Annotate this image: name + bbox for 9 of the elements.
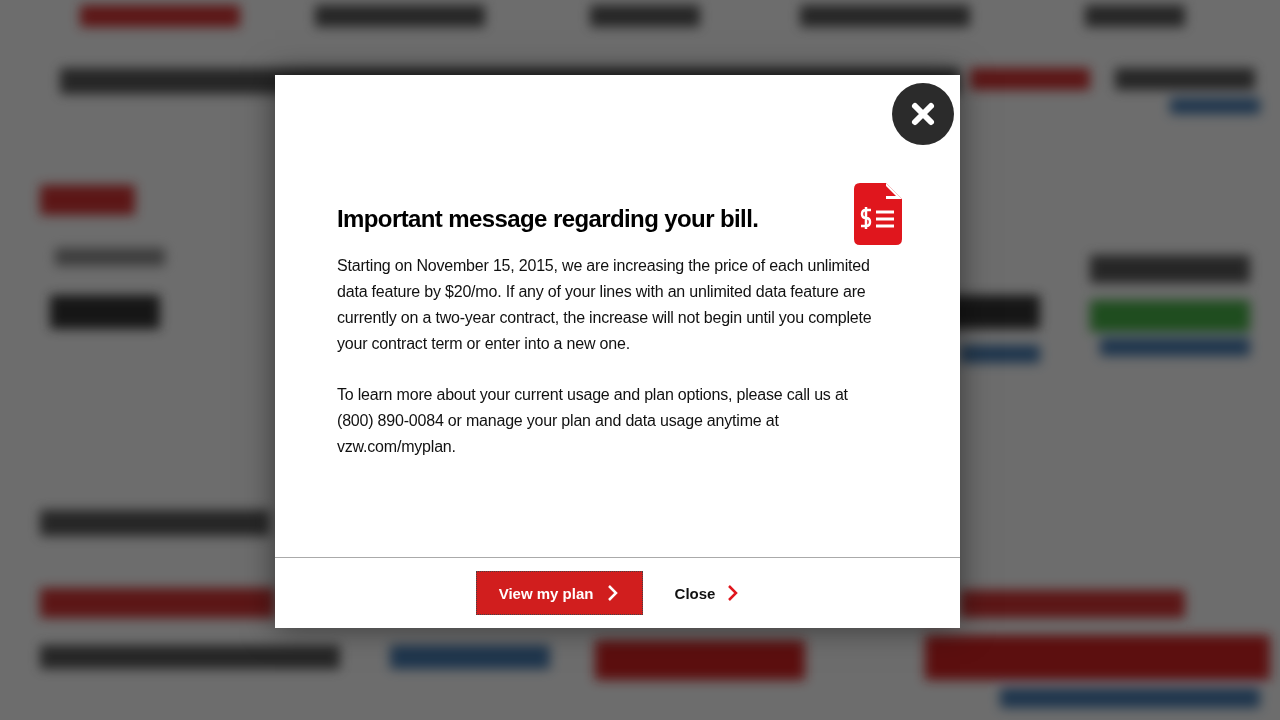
dialog-title: Important message regarding your bill. (337, 205, 759, 233)
message-paragraph: To learn more about your current usage and plan options, please call us at (800) 890-0084 or manage your plan and data usage anytime at vzw.com/myplan. (337, 385, 849, 457)
close-link[interactable]: Close (674, 584, 740, 602)
chevron-right-icon (727, 584, 740, 602)
view-plan-button[interactable]: View my plan (475, 571, 643, 615)
close-icon (910, 101, 936, 127)
bill-document-icon (854, 183, 902, 245)
message-paragraph: Starting on November 15, 2015, we are increasing the price of each unlimited data feature by $20/mo. If any of your lines with an unlimited data feature are currently on a two-year contract, the increase will not begin until you complete your contract term or enter into a new one. (337, 256, 873, 354)
chevron-right-icon (607, 584, 620, 602)
